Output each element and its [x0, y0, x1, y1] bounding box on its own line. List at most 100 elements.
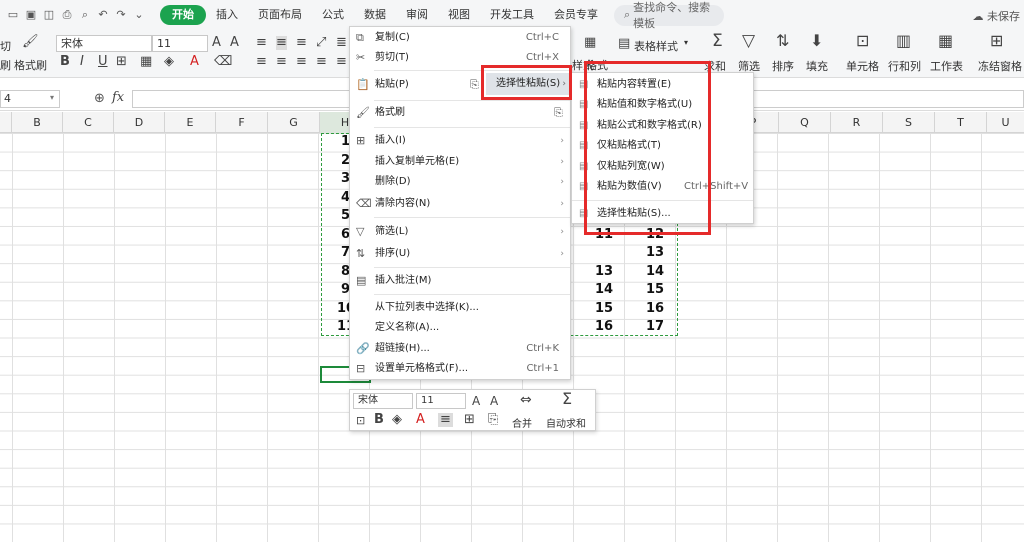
paste-options-icon[interactable]: ⎘ — [470, 78, 479, 92]
menu-item-sort[interactable]: ⇅ 排序(U) › — [350, 244, 570, 264]
menu-item-hyperlink[interactable]: 🔗 超链接(H)... Ctrl+K — [350, 339, 570, 359]
cell-value[interactable]: 16 — [646, 301, 664, 316]
font-name-select[interactable]: 宋体 — [56, 35, 152, 52]
fill-label[interactable]: 填充 — [806, 58, 828, 74]
align-middle-icon[interactable]: ≡ — [276, 36, 287, 50]
menu-item-filter[interactable]: ▽ 筛选(L) › — [350, 222, 570, 242]
tab-view[interactable]: 视图 — [438, 5, 480, 25]
corner-cell[interactable] — [0, 112, 12, 133]
cell-label[interactable]: 单元格 — [846, 58, 879, 74]
align-center-icon[interactable]: ≡ — [276, 55, 287, 69]
print-icon[interactable]: ⎙ — [60, 8, 74, 22]
tab-review[interactable]: 审阅 — [396, 5, 438, 25]
font-color-icon[interactable]: A — [416, 413, 425, 427]
sort-label[interactable]: 排序 — [772, 58, 794, 74]
undo-icon[interactable]: ↶ — [96, 8, 110, 22]
conditional-format-icon[interactable]: ▦ — [584, 36, 596, 50]
col-header[interactable]: T — [935, 112, 987, 133]
format-brush-icon[interactable]: ⎘ — [554, 106, 563, 120]
tab-page-layout[interactable]: 页面布局 — [248, 5, 312, 25]
justify-icon[interactable]: ≡ — [316, 55, 327, 69]
cut-label[interactable]: 切 — [0, 38, 11, 54]
preview-icon[interactable]: ⌕ — [78, 8, 92, 22]
menu-item-insert-copied[interactable]: 插入复制单元格(E) › — [350, 152, 570, 172]
align-bottom-icon[interactable]: ≡ — [296, 36, 307, 50]
command-search[interactable]: ⌕ 查找命令、搜索模板 — [614, 1, 724, 30]
italic-icon[interactable]: I — [80, 55, 84, 69]
cell-icon[interactable]: ⊡ — [856, 33, 869, 49]
border-icon[interactable]: ⊞ — [464, 413, 475, 427]
col-header[interactable]: Q — [779, 112, 831, 133]
menu-item-pick-list[interactable]: 从下拉列表中选择(K)... — [350, 298, 570, 318]
fill-color-icon[interactable]: ◈ — [392, 413, 402, 427]
cell-value[interactable]: 13 — [595, 264, 613, 279]
sheet-icon[interactable]: ▦ — [938, 33, 953, 49]
bold-icon[interactable]: B — [374, 413, 384, 427]
print-preview-icon[interactable]: ◫ — [42, 8, 56, 22]
merge-label[interactable]: 合并 — [512, 415, 532, 430]
cell-value[interactable]: 15 — [646, 282, 664, 297]
format-painter-icon[interactable]: 🖌 — [22, 35, 39, 49]
cell-value[interactable]: 13 — [646, 245, 664, 260]
tab-formula[interactable]: 公式 — [312, 5, 354, 25]
rowcol-icon[interactable]: ▥ — [896, 33, 911, 49]
table-style-icon[interactable]: ▤ — [618, 37, 630, 51]
distribute-icon[interactable]: ≡ — [336, 55, 347, 69]
align-top-icon[interactable]: ≡ — [256, 36, 267, 50]
sort-icon[interactable]: ⇅ — [776, 33, 789, 49]
menu-item-define-name[interactable]: 定义名称(A)... — [350, 318, 570, 338]
align-icon[interactable]: ≡ — [438, 413, 453, 427]
col-header[interactable]: G — [268, 112, 320, 133]
filter-icon[interactable]: ▽ — [742, 33, 755, 50]
format-painter-label[interactable]: 格式刷 — [14, 57, 47, 73]
tab-insert[interactable]: 插入 — [206, 5, 248, 25]
col-header[interactable]: C — [63, 112, 114, 133]
rowcol-label[interactable]: 行和列 — [888, 58, 921, 74]
decrease-font-icon[interactable]: A — [230, 36, 239, 50]
freeze-icon[interactable]: ⊞ — [990, 33, 1003, 49]
cell-select-icon[interactable]: ⊡ — [356, 414, 365, 428]
increase-font-icon[interactable]: A — [212, 36, 221, 50]
cell-style-icon[interactable]: ▦ — [140, 55, 152, 69]
underline-icon[interactable]: U — [98, 55, 108, 69]
col-header[interactable]: B — [12, 112, 63, 133]
align-right-icon[interactable]: ≡ — [296, 55, 307, 69]
freeze-label[interactable]: 冻结窗格 — [978, 58, 1022, 74]
tab-member[interactable]: 会员专享 — [544, 5, 608, 25]
col-header[interactable]: U — [987, 112, 1024, 133]
table-style-label[interactable]: 表格样式 — [634, 38, 678, 54]
sum-icon[interactable]: Σ — [712, 33, 723, 50]
unsaved-status[interactable]: ☁ 未保存 — [973, 8, 1021, 24]
sum-icon[interactable]: Σ — [562, 391, 572, 407]
mini-font-size-select[interactable]: 11 — [416, 393, 466, 409]
cell-value[interactable]: 15 — [595, 301, 613, 316]
tab-start[interactable]: 开始 — [160, 5, 206, 25]
menu-item-delete[interactable]: 删除(D) › — [350, 172, 570, 192]
decrease-font-icon[interactable]: A — [490, 394, 498, 408]
menu-item-format-cells[interactable]: ⊟ 设置单元格格式(F)... Ctrl+1 — [350, 359, 570, 379]
cell-value[interactable]: 17 — [646, 319, 664, 334]
col-header[interactable]: D — [114, 112, 165, 133]
increase-font-icon[interactable]: A — [472, 394, 480, 408]
mini-font-name-select[interactable]: 宋体 — [353, 393, 413, 409]
format-painter-icon[interactable]: ⎘ — [488, 413, 498, 427]
wrap-icon[interactable]: ≣ — [336, 36, 347, 50]
menu-item-insert[interactable]: ⊞ 插入(I) › — [350, 131, 570, 151]
fx-icon[interactable]: fx — [112, 90, 124, 105]
fill-icon[interactable]: ⬇ — [810, 33, 823, 49]
menu-item-copy[interactable]: ⧉ 复制(C) Ctrl+C — [350, 28, 570, 48]
menu-item-format-painter[interactable]: 🖌 格式刷 — [350, 103, 570, 123]
col-header[interactable]: F — [216, 112, 268, 133]
fill-color-icon[interactable]: ◈ — [164, 55, 174, 69]
chevron-down-icon[interactable]: ▾ — [684, 38, 688, 47]
save-icon[interactable]: ▣ — [24, 8, 38, 22]
autosum-label[interactable]: 自动求和 — [546, 415, 586, 430]
new-file-icon[interactable]: ▭ — [6, 8, 20, 22]
sheet-label[interactable]: 工作表 — [930, 58, 963, 74]
tab-data[interactable]: 数据 — [354, 5, 396, 25]
redo-icon[interactable]: ↷ — [114, 8, 128, 22]
bold-icon[interactable]: B — [60, 55, 70, 69]
menu-item-insert-comment[interactable]: ▤ 插入批注(M) — [350, 271, 570, 291]
cell-value[interactable]: 14 — [595, 282, 613, 297]
orientation-icon[interactable]: ⤢ — [316, 36, 326, 50]
